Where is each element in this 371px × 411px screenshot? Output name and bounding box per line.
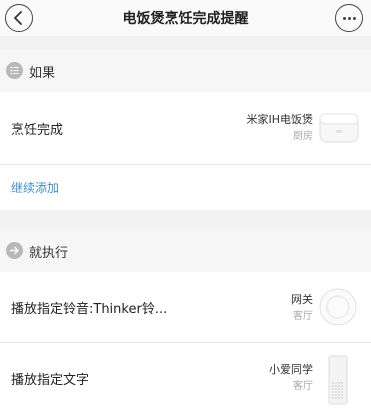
if-section-label: 如果 bbox=[29, 66, 56, 81]
action-device-room: 客厅 bbox=[293, 311, 313, 322]
then-section-label: 就执行 bbox=[29, 246, 69, 261]
smart-speaker-icon bbox=[328, 355, 348, 405]
more-button[interactable] bbox=[335, 4, 363, 32]
add-condition-row: 继续添加 bbox=[0, 165, 371, 210]
action-row[interactable]: 播放指定文字 小爱同学 客厅 bbox=[0, 343, 371, 411]
action-device-room: 客厅 bbox=[293, 381, 313, 392]
add-condition-link[interactable]: 继续添加 bbox=[11, 179, 59, 196]
action-row[interactable]: 播放指定铃音:Thinker铃... 网关 客厅 bbox=[0, 272, 371, 342]
action-label: 播放指定铃音:Thinker铃... bbox=[11, 302, 168, 317]
page-title: 电饭煲烹饪完成提醒 bbox=[122, 11, 249, 27]
condition-device-name: 米家IH电饭煲 bbox=[246, 113, 313, 126]
list-icon bbox=[6, 62, 23, 79]
then-section-header: 就执行 bbox=[0, 230, 371, 272]
condition-label: 烹饪完成 bbox=[11, 123, 64, 138]
condition-device-room: 厨房 bbox=[293, 131, 313, 142]
gateway-icon bbox=[319, 288, 357, 326]
top-bar: 电饭煲烹饪完成提醒 bbox=[0, 0, 371, 36]
action-label: 播放指定文字 bbox=[11, 373, 90, 388]
if-section-header: 如果 bbox=[0, 50, 371, 92]
condition-row[interactable]: 烹饪完成 米家IH电饭煲 厨房 bbox=[0, 92, 371, 164]
arrow-right-circle-icon bbox=[6, 242, 23, 259]
rice-cooker-icon bbox=[319, 113, 359, 143]
action-device-name: 网关 bbox=[291, 293, 313, 306]
action-device-name: 小爱同学 bbox=[269, 363, 313, 376]
